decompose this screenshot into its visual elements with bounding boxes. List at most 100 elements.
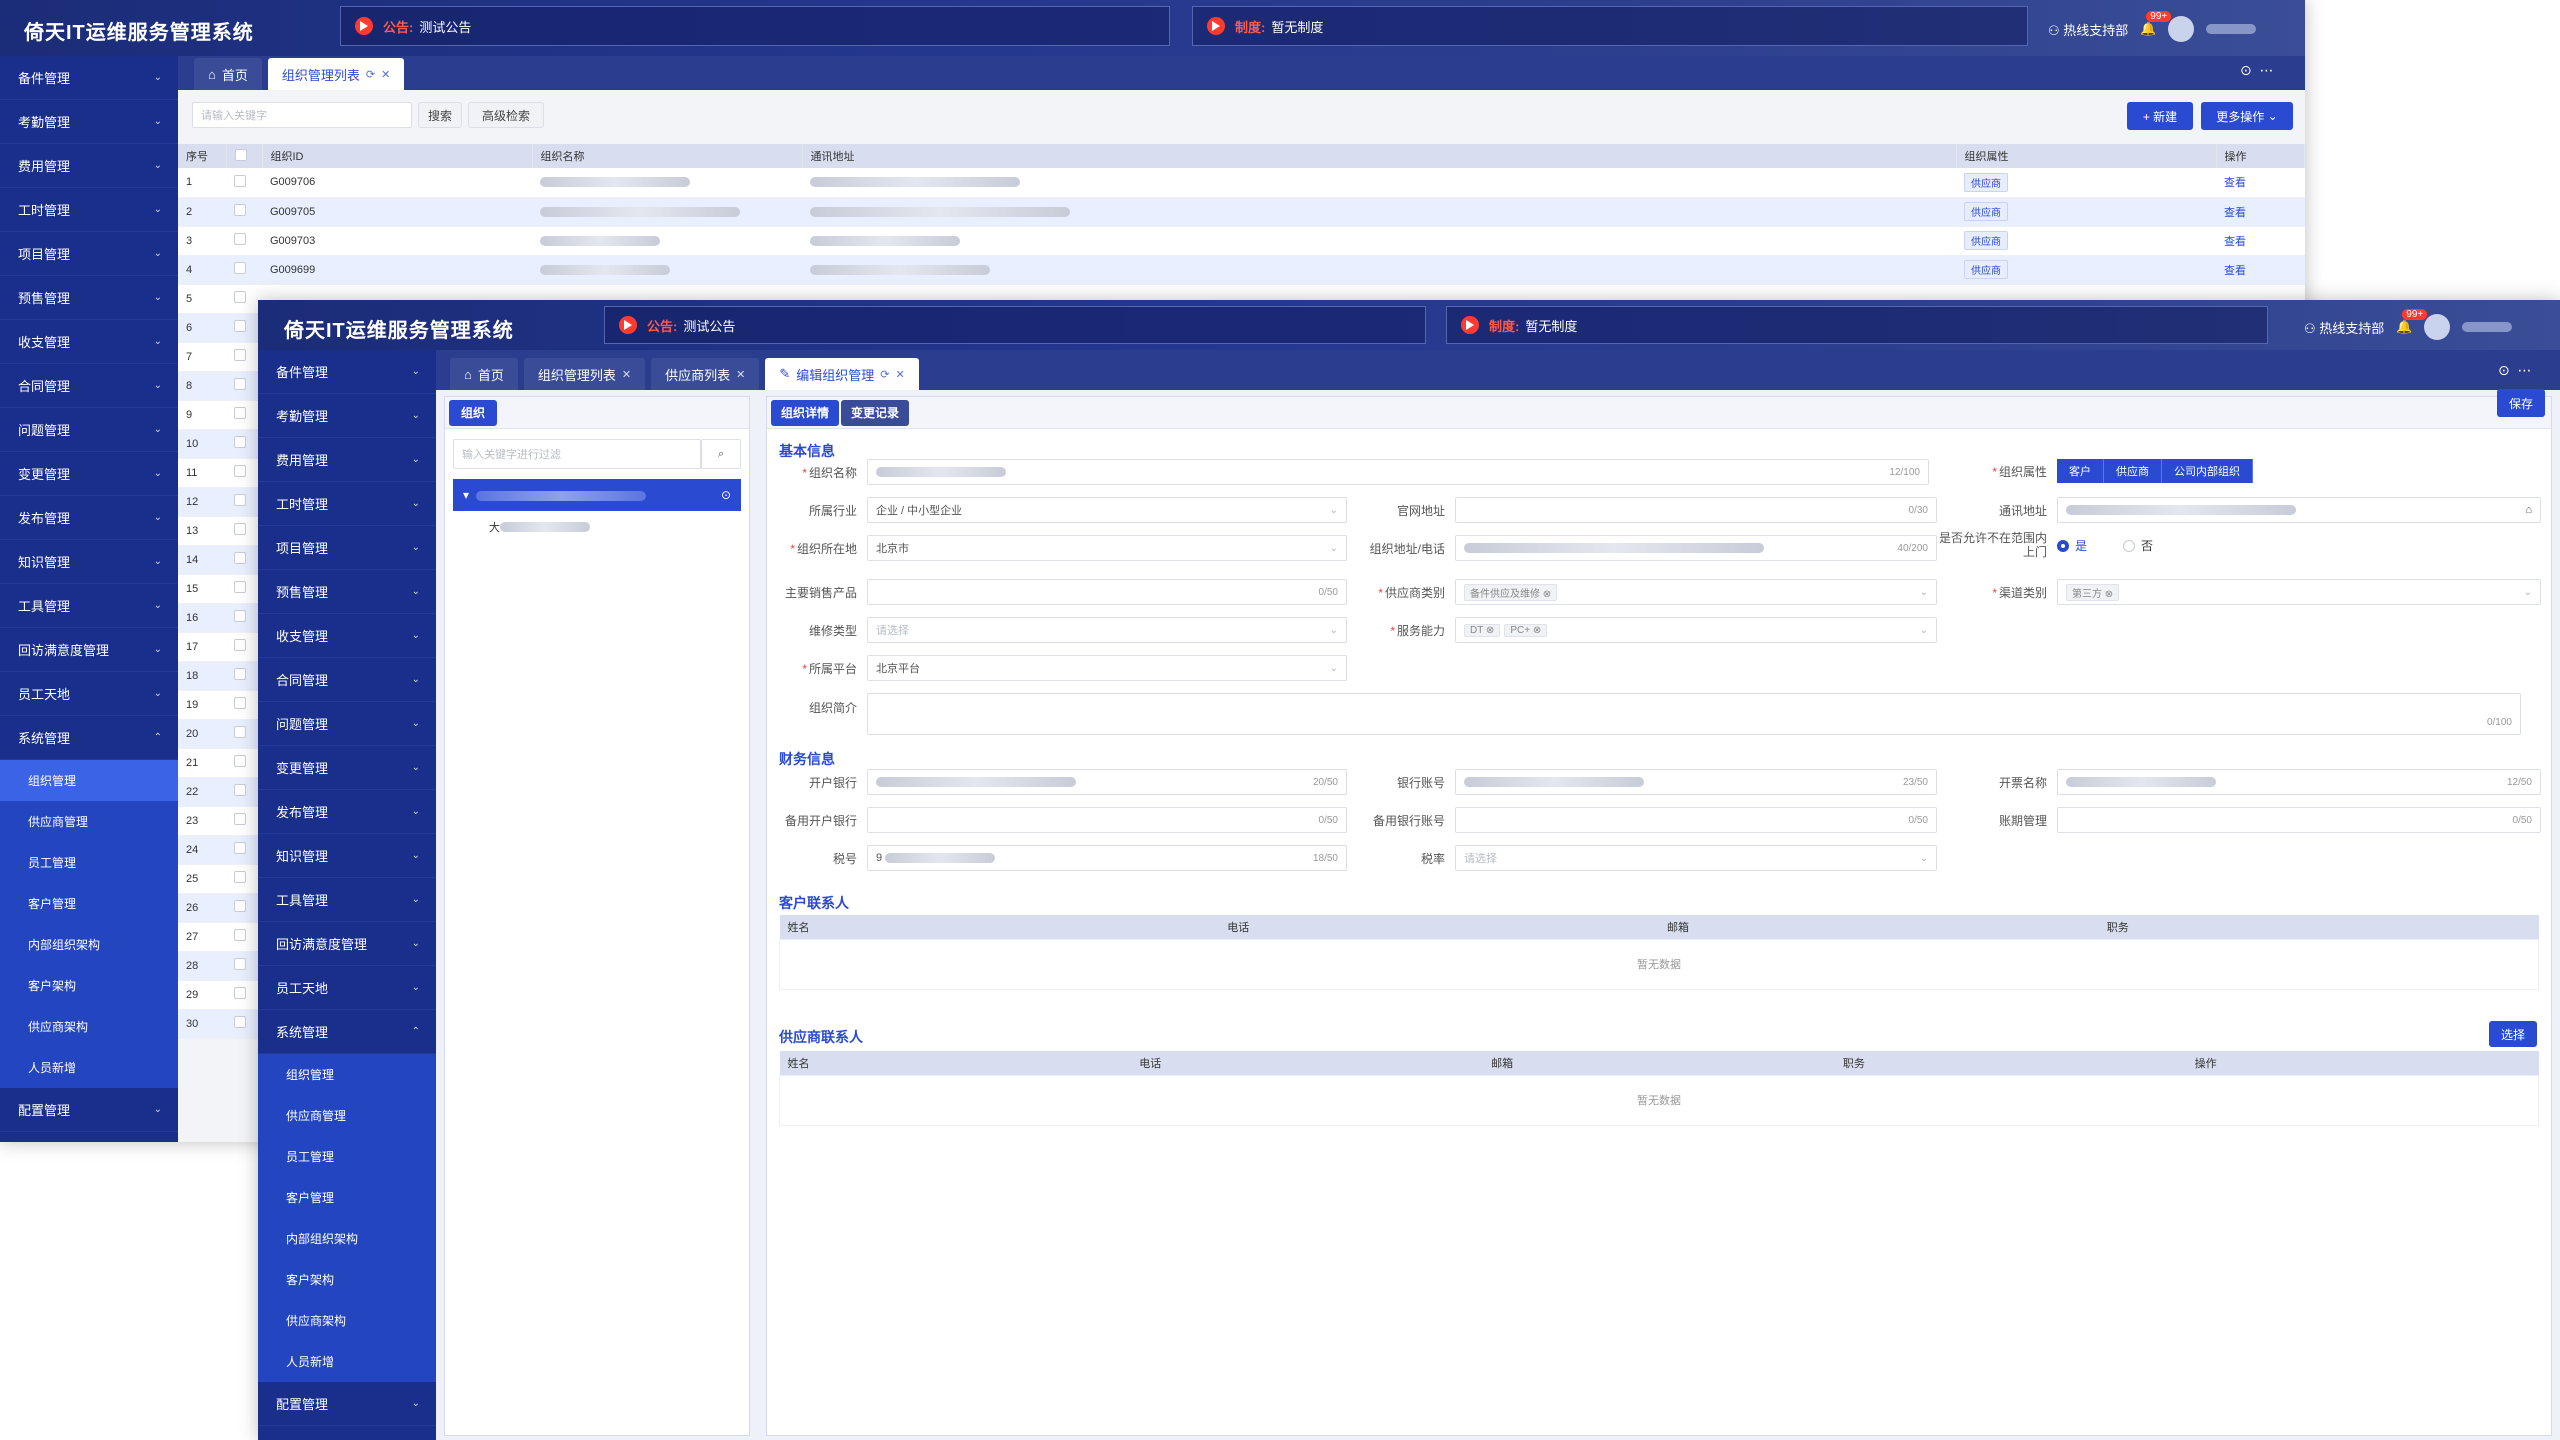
repair-type-select[interactable]: 请选择 ⌄	[867, 617, 1347, 643]
addr-phone-input[interactable]: 40/200	[1455, 535, 1937, 561]
row-check-cell[interactable]	[226, 313, 262, 343]
keyword-input[interactable]: 请输入关键字	[192, 102, 412, 128]
table-row[interactable]: 2 G009705 供应商 查看	[178, 197, 2305, 227]
table-row[interactable]: 4 G009699 供应商 查看	[178, 255, 2305, 285]
org-attr-option[interactable]: 客户	[2057, 459, 2104, 483]
row-check-cell[interactable]	[226, 980, 262, 1010]
sidebar-item[interactable]: 回访满意度管理 ⌄	[0, 628, 178, 672]
sidebar-subitem[interactable]: 客户架构	[258, 1259, 436, 1300]
tab-home[interactable]: ⌂ 首页	[450, 358, 518, 390]
channel-type-chip[interactable]: 第三方 ⊗	[2066, 583, 2120, 601]
row-check-cell[interactable]	[226, 487, 262, 517]
tab-edit-org[interactable]: ✎ 编辑组织管理 ⟳ ✕	[765, 358, 919, 390]
bell-icon[interactable]: 🔔 99+	[2140, 11, 2172, 37]
row-checkbox[interactable]	[234, 929, 246, 941]
sidebar-item[interactable]: 合同管理 ⌄	[258, 658, 436, 702]
sidebar-item[interactable]: 问题管理 ⌄	[258, 702, 436, 746]
sidebar-item[interactable]: 预售管理 ⌄	[0, 276, 178, 320]
sidebar-item[interactable]: 项目管理 ⌄	[258, 526, 436, 570]
sidebar-item[interactable]: 回访满意度管理 ⌄	[258, 922, 436, 966]
period-input[interactable]: 0/50	[2057, 807, 2541, 833]
org-attr-option[interactable]: 供应商	[2104, 459, 2162, 483]
settings-icon[interactable]: ⊙	[2240, 62, 2252, 78]
row-checkbox[interactable]	[234, 958, 246, 970]
range-yes-radio[interactable]: 是	[2057, 537, 2087, 554]
tree-node-child[interactable]: 大	[453, 511, 741, 543]
sidebar-item[interactable]: 收支管理 ⌄	[0, 320, 178, 364]
sidebar-item[interactable]: 员工天地 ⌄	[0, 672, 178, 716]
user-name[interactable]	[2462, 322, 2513, 332]
user-name[interactable]	[2206, 24, 2257, 34]
new-button[interactable]: + 新建	[2127, 102, 2193, 130]
search-icon[interactable]: ⌕	[701, 439, 741, 469]
platform-select[interactable]: 北京平台 ⌄	[867, 655, 1347, 681]
bank-input[interactable]: 20/50	[867, 769, 1347, 795]
sidebar-item[interactable]: 考勤管理 ⌄	[258, 394, 436, 438]
tab-home[interactable]: ⌂ 首页	[194, 58, 262, 90]
sidebar-item[interactable]: 费用管理 ⌄	[0, 144, 178, 188]
row-checkbox[interactable]	[234, 639, 246, 651]
sidebar-item[interactable]: 知识管理 ⌄	[0, 540, 178, 584]
invoice-name-input[interactable]: 12/50	[2057, 769, 2541, 795]
sidebar-subitem[interactable]: 人员新增	[0, 1047, 178, 1088]
target-icon[interactable]: ⊙	[721, 488, 731, 502]
row-checkbox[interactable]	[234, 610, 246, 622]
row-check-cell[interactable]	[226, 632, 262, 662]
sidebar-item[interactable]: 工时管理 ⌄	[258, 482, 436, 526]
backup-account-input[interactable]: 0/50	[1455, 807, 1937, 833]
tax-rate-select[interactable]: 请选择 ⌄	[1455, 845, 1937, 871]
tab-org-list[interactable]: 组织管理列表 ⟳ ✕	[267, 58, 405, 90]
row-checkbox[interactable]	[234, 987, 246, 999]
close-icon[interactable]: ✕	[895, 368, 904, 381]
close-icon[interactable]: ✕	[381, 68, 390, 81]
tab-supplier-list[interactable]: 供应商列表 ✕	[651, 358, 760, 390]
row-checkbox[interactable]	[234, 1016, 246, 1028]
row-check-cell[interactable]	[226, 748, 262, 778]
row-check-cell[interactable]	[226, 516, 262, 546]
account-input[interactable]: 23/50	[1455, 769, 1937, 795]
service-ability-chip[interactable]: DT ⊗	[1464, 623, 1501, 637]
col-check[interactable]	[226, 144, 263, 168]
sidebar-item[interactable]: 发布管理 ⌄	[0, 496, 178, 540]
row-checkbox[interactable]	[234, 900, 246, 912]
org-attr-option[interactable]: 公司内部组织	[2162, 459, 2253, 483]
notice-bar[interactable]: 公告: 测试公告	[604, 306, 1426, 344]
row-checkbox[interactable]	[234, 465, 246, 477]
row-check-cell[interactable]	[226, 719, 262, 749]
main-products-input[interactable]: 0/50	[867, 579, 1347, 605]
row-check-cell[interactable]	[226, 545, 262, 575]
row-checkbox[interactable]	[234, 581, 246, 593]
row-checkbox[interactable]	[234, 842, 246, 854]
address-input[interactable]: ⌂	[2057, 497, 2541, 523]
row-check-cell[interactable]	[226, 197, 262, 227]
sidebar-item[interactable]: 变更管理 ⌄	[258, 746, 436, 790]
sidebar-subitem[interactable]: 人员新增	[258, 1341, 436, 1382]
col-address[interactable]: 通讯地址	[802, 144, 1957, 168]
org-attr-segment[interactable]: 客户 供应商 公司内部组织	[2057, 459, 2253, 483]
view-link[interactable]: 查看	[2224, 265, 2246, 277]
sidebar-item[interactable]: 问题管理 ⌄	[0, 408, 178, 452]
location-icon[interactable]: ⌂	[2525, 504, 2532, 516]
policy-bar[interactable]: 制度: 暂无制度	[1192, 6, 2028, 46]
row-checkbox[interactable]	[234, 349, 246, 361]
row-checkbox[interactable]	[234, 320, 246, 332]
sidebar-subitem[interactable]: 员工管理	[258, 1136, 436, 1177]
intro-textarea[interactable]: 0/100	[867, 693, 2521, 735]
notice-bar[interactable]: 公告: 测试公告	[340, 6, 1170, 46]
row-checkbox[interactable]	[234, 784, 246, 796]
sidebar-subitem[interactable]: 客户架构	[0, 965, 178, 1006]
row-checkbox[interactable]	[234, 291, 246, 303]
settings-icon[interactable]: ⊙	[2498, 362, 2510, 378]
row-check-cell[interactable]	[226, 255, 262, 285]
row-checkbox[interactable]	[234, 233, 246, 245]
row-checkbox[interactable]	[234, 378, 246, 390]
sidebar-item[interactable]: 收支管理 ⌄	[258, 614, 436, 658]
website-input[interactable]: 0/30	[1455, 497, 1937, 523]
sidebar-item[interactable]: 变更管理 ⌄	[0, 452, 178, 496]
tab-org-list[interactable]: 组织管理列表 ✕	[523, 358, 646, 390]
row-check-cell[interactable]	[226, 690, 262, 720]
sidebar-item[interactable]: 工具管理 ⌄	[258, 878, 436, 922]
row-check-cell[interactable]	[226, 284, 262, 314]
sidebar-subitem[interactable]: 内部组织架构	[258, 1218, 436, 1259]
row-checkbox[interactable]	[234, 552, 246, 564]
